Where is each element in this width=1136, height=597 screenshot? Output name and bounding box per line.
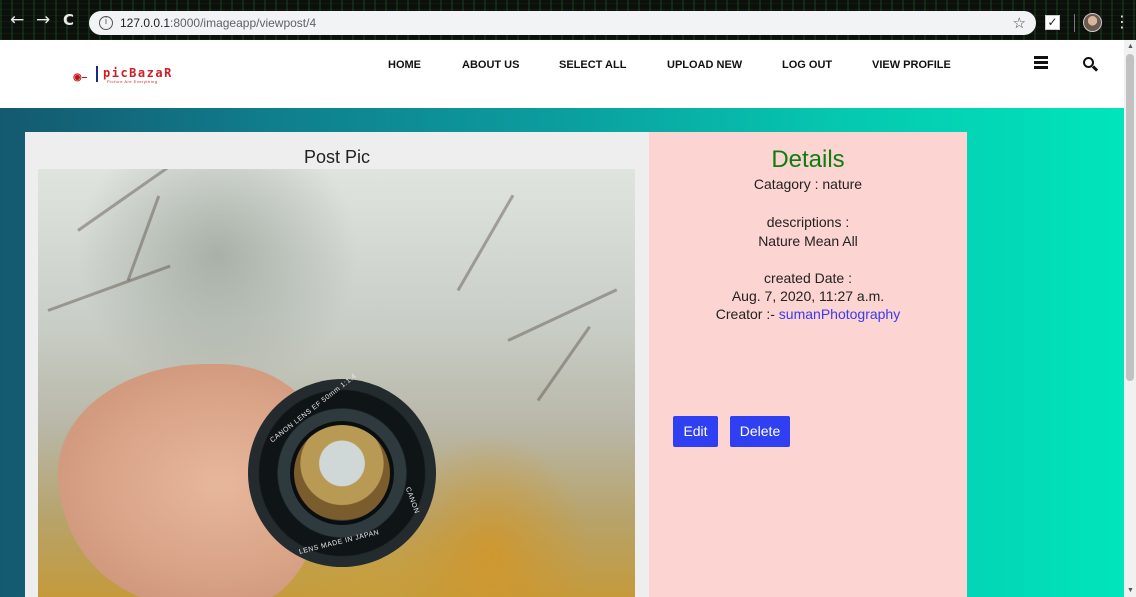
main-content: Post Pic CANON LENS EF 50mm 1:1.4 LENS M… <box>0 108 1124 597</box>
nav-view-profile[interactable]: VIEW PROFILE <box>872 59 951 71</box>
url-text[interactable]: 127.0.0.1:8000/imageapp/viewpost/4 <box>120 16 316 30</box>
toolbar-divider <box>1074 14 1075 32</box>
extension-check-icon[interactable]: ✓ <box>1045 15 1060 30</box>
details-card: Details Catagory : nature descriptions :… <box>649 132 967 597</box>
creator-label: Creator :- <box>715 306 779 322</box>
info-icon[interactable]: i <box>99 16 113 30</box>
logo-eye-icon: ◉– <box>73 72 88 83</box>
created-date-value: Aug. 7, 2020, 11:27 a.m. <box>731 288 885 304</box>
nav-log-out[interactable]: LOG OUT <box>782 59 832 71</box>
creator-line: Creator :- sumanPhotography <box>649 306 967 322</box>
url-path: :8000/imageapp/viewpost/4 <box>170 16 317 30</box>
nav-home[interactable]: HOME <box>388 59 421 71</box>
descriptions-label: descriptions : <box>766 214 850 230</box>
delete-button[interactable]: Delete <box>730 416 790 447</box>
post-card: Post Pic CANON LENS EF 50mm 1:1.4 LENS M… <box>25 132 649 597</box>
post-image: CANON LENS EF 50mm 1:1.4 LENS MADE IN JA… <box>38 169 635 597</box>
edit-button[interactable]: Edit <box>673 416 718 447</box>
hamburger-menu-icon[interactable] <box>1034 56 1048 69</box>
scroll-down-icon[interactable]: ▼ <box>1127 587 1134 594</box>
nav-select-all[interactable]: SELECT ALL <box>559 59 626 71</box>
scroll-thumb[interactable] <box>1126 54 1134 381</box>
site-header: ◉– picBazaR Picture Are Everything HOME … <box>0 40 1124 108</box>
profile-avatar[interactable] <box>1083 13 1102 32</box>
post-title: Post Pic <box>303 147 371 167</box>
search-icon[interactable] <box>1083 57 1099 72</box>
nav-upload-new[interactable]: UPLOAD NEW <box>667 59 742 71</box>
bookmark-star-icon[interactable]: ☆ <box>1013 14 1026 32</box>
created-date-label: created Date : <box>764 270 852 286</box>
category-text: Catagory : nature <box>753 176 863 192</box>
scroll-up-icon[interactable]: ▲ <box>1127 43 1134 50</box>
nav-about-us[interactable]: ABOUT US <box>462 59 519 71</box>
reload-icon[interactable]: C <box>63 12 74 29</box>
browser-toolbar: ← → C i 127.0.0.1:8000/imageapp/viewpost… <box>0 0 1136 40</box>
back-icon[interactable]: ← <box>10 12 24 29</box>
main-nav: HOME ABOUT US SELECT ALL UPLOAD NEW LOG … <box>0 59 1124 73</box>
forward-icon[interactable]: → <box>36 12 50 29</box>
lens-glass <box>290 421 394 525</box>
page-scrollbar[interactable]: ▲ ▼ <box>1124 40 1136 597</box>
logo-tagline: Picture Are Everything <box>107 79 158 84</box>
creator-link[interactable]: sumanPhotography <box>779 306 900 322</box>
descriptions-value: Nature Mean All <box>758 233 858 249</box>
details-heading: Details <box>771 146 845 173</box>
address-bar[interactable]: i 127.0.0.1:8000/imageapp/viewpost/4 ☆ <box>89 11 1036 35</box>
url-host: 127.0.0.1 <box>120 16 171 30</box>
browser-menu-icon[interactable]: ⋮ <box>1114 12 1130 31</box>
